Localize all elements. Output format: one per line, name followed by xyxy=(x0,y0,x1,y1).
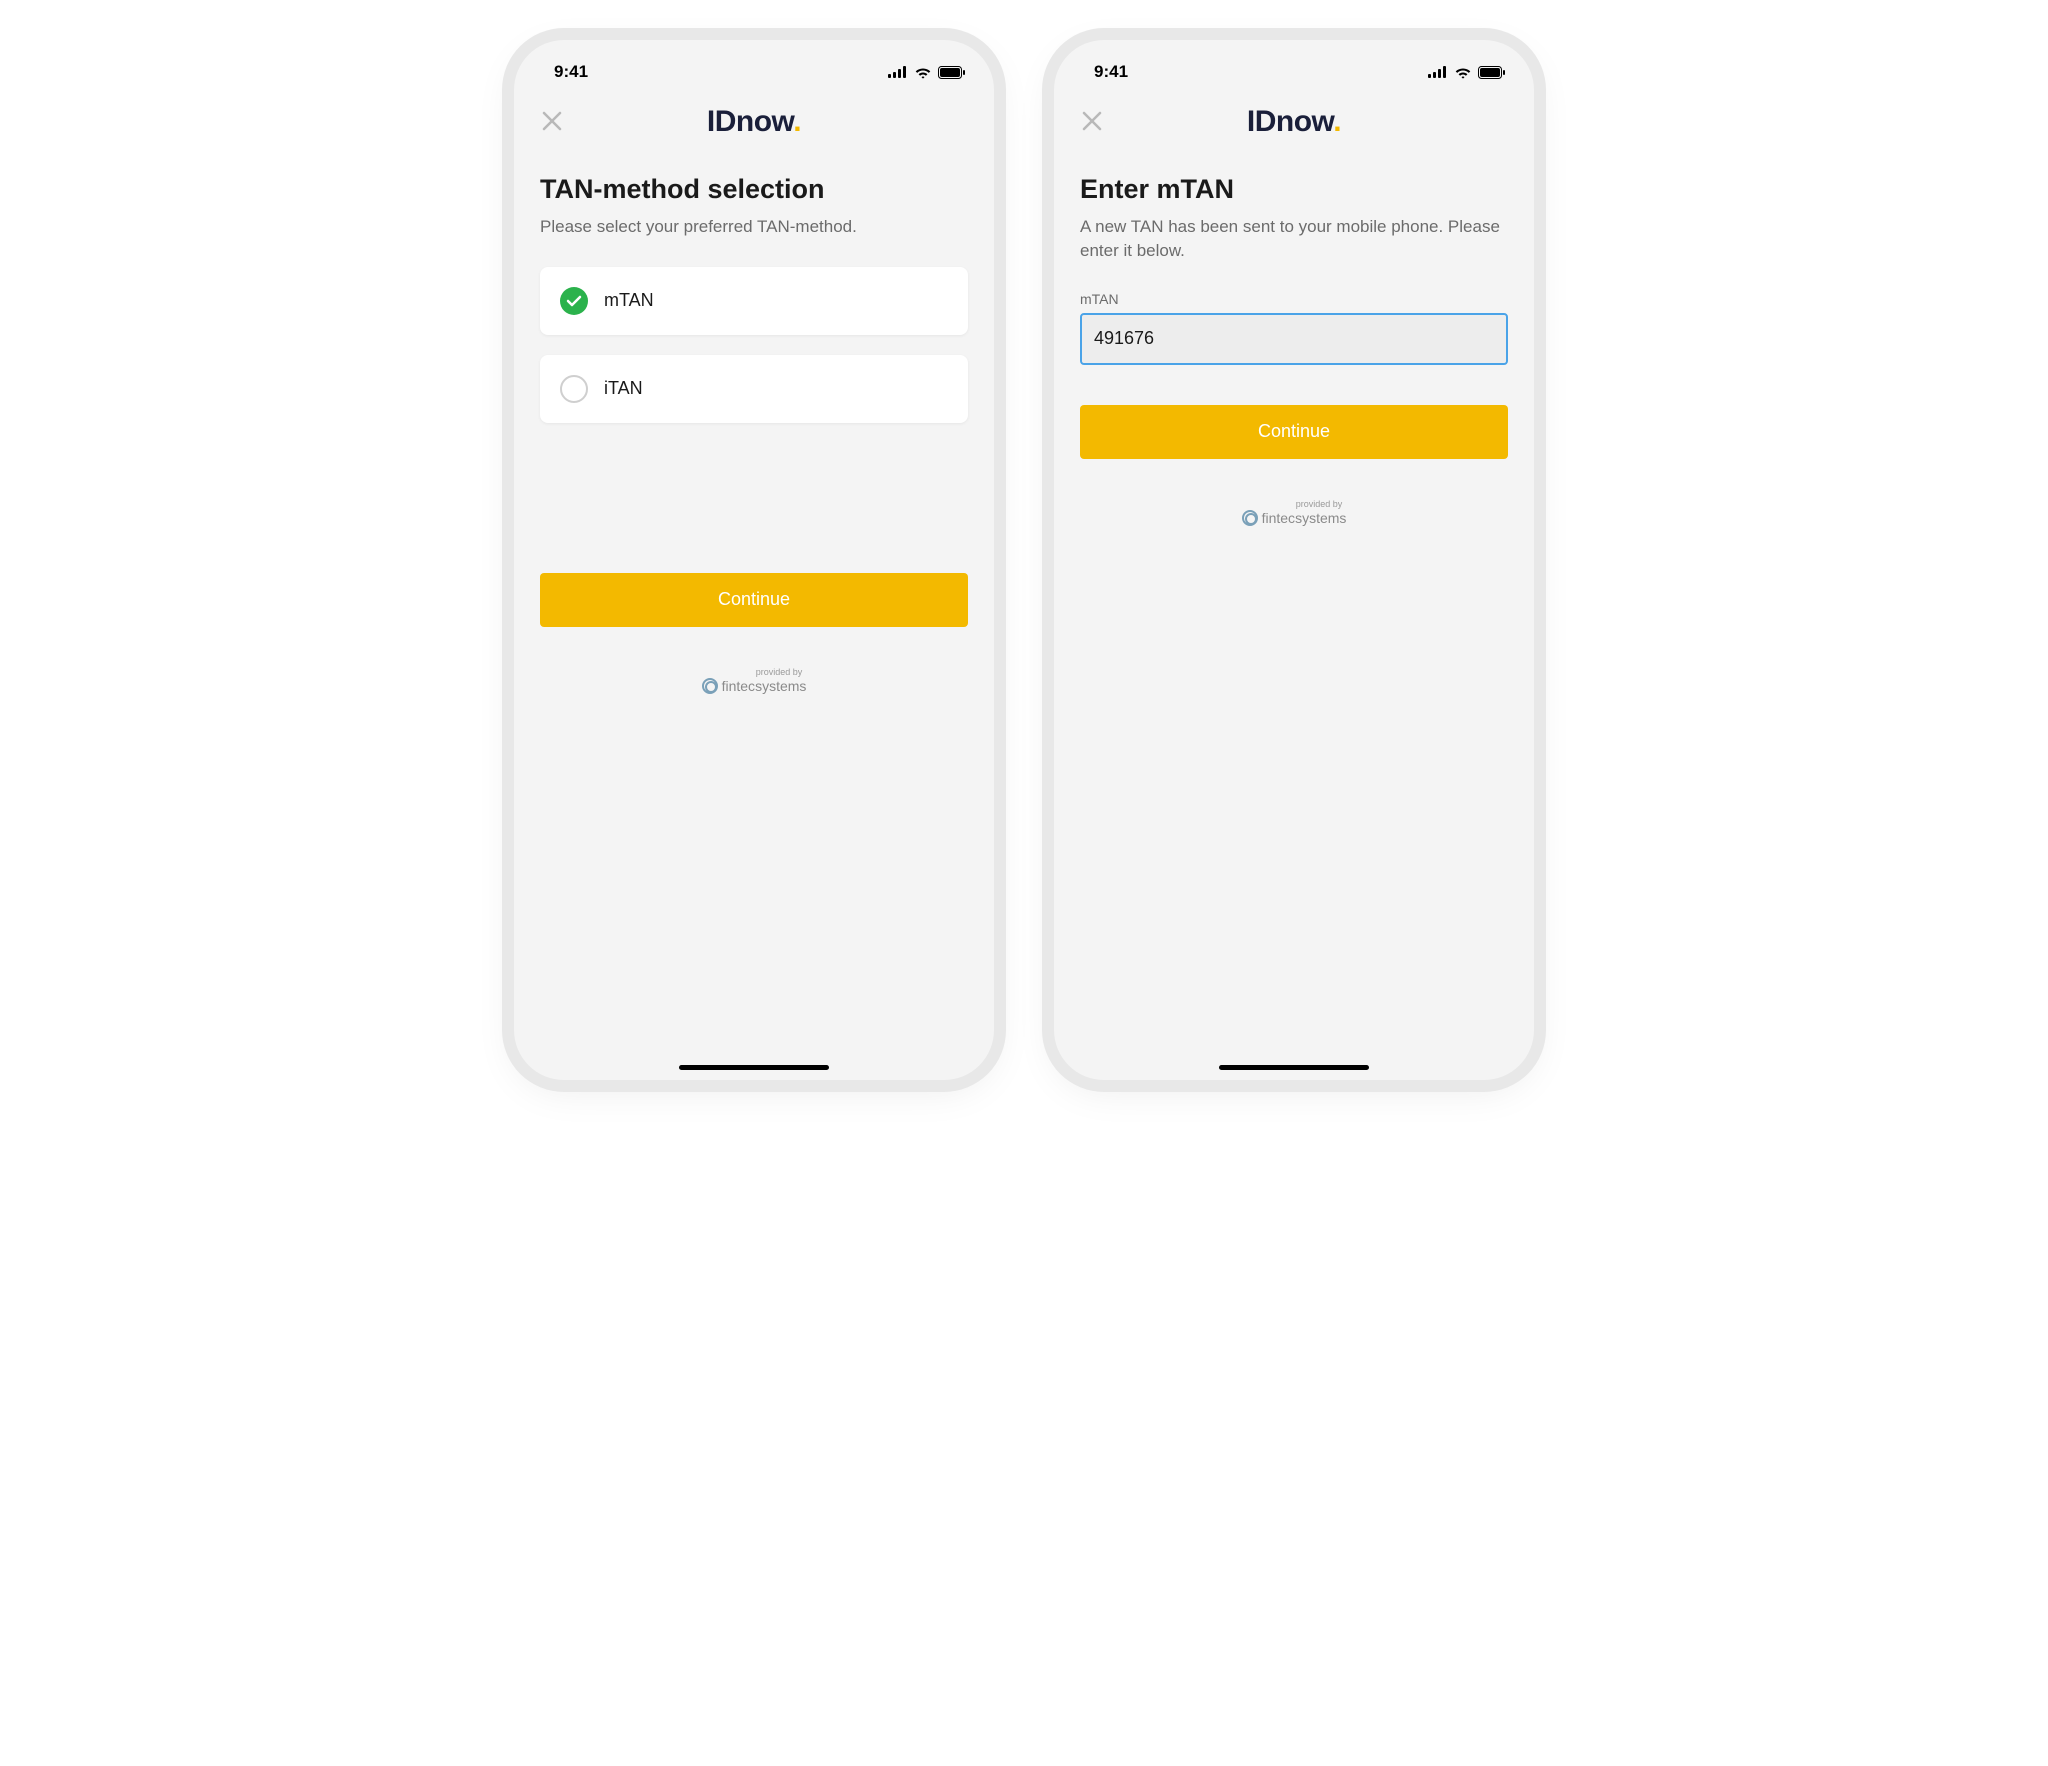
page-subtitle: Please select your preferred TAN-method. xyxy=(540,215,968,239)
cellular-icon xyxy=(1428,66,1448,78)
brand-dot: . xyxy=(793,105,801,138)
provider-name: fintecsystems xyxy=(1262,510,1347,526)
page-title: TAN-method selection xyxy=(540,174,968,205)
home-indicator xyxy=(1219,1065,1369,1070)
brand-name: IDnow xyxy=(1247,105,1333,138)
radio-unchecked-icon xyxy=(560,375,588,403)
app-header: IDnow. xyxy=(514,94,994,150)
status-time: 9:41 xyxy=(1094,62,1128,82)
status-time: 9:41 xyxy=(554,62,588,82)
status-bar: 9:41 xyxy=(1054,50,1534,94)
provider-credit: provided by fintecsystems xyxy=(1080,499,1508,526)
radio-checked-icon xyxy=(560,287,588,315)
provider-logo-icon xyxy=(1242,510,1258,526)
provider-logo-icon xyxy=(702,678,718,694)
provider-credit: provided by fintecsystems xyxy=(540,667,968,694)
provider-prefix: provided by xyxy=(1080,499,1534,509)
option-label: iTAN xyxy=(604,378,643,399)
option-mtan[interactable]: mTAN xyxy=(540,267,968,335)
brand-name: IDnow xyxy=(707,105,793,138)
status-indicators xyxy=(1428,66,1506,79)
brand-logo: IDnow. xyxy=(538,105,970,139)
battery-icon xyxy=(1478,66,1506,79)
brand-logo: IDnow. xyxy=(1078,105,1510,139)
mtan-field-label: mTAN xyxy=(1080,291,1508,307)
option-itan[interactable]: iTAN xyxy=(540,355,968,423)
cellular-icon xyxy=(888,66,908,78)
home-indicator xyxy=(679,1065,829,1070)
page-subtitle: A new TAN has been sent to your mobile p… xyxy=(1080,215,1508,263)
option-label: mTAN xyxy=(604,290,654,311)
close-icon xyxy=(541,120,563,135)
provider-prefix: provided by xyxy=(540,667,994,677)
brand-dot: . xyxy=(1333,105,1341,138)
close-icon xyxy=(1081,120,1103,135)
screen-content: TAN-method selection Please select your … xyxy=(514,150,994,1080)
wifi-icon xyxy=(914,66,932,79)
status-bar: 9:41 xyxy=(514,50,994,94)
continue-button[interactable]: Continue xyxy=(1080,405,1508,459)
provider-name: fintecsystems xyxy=(722,678,807,694)
wifi-icon xyxy=(1454,66,1472,79)
mtan-input[interactable] xyxy=(1080,313,1508,365)
continue-button[interactable]: Continue xyxy=(540,573,968,627)
status-indicators xyxy=(888,66,966,79)
phone-screen-enter-mtan: 9:41 IDnow. Enter mTAN A new TAN has bee… xyxy=(1054,40,1534,1080)
app-header: IDnow. xyxy=(1054,94,1534,150)
page-title: Enter mTAN xyxy=(1080,174,1508,205)
spacer xyxy=(540,443,968,573)
close-button[interactable] xyxy=(1078,108,1106,136)
close-button[interactable] xyxy=(538,108,566,136)
battery-icon xyxy=(938,66,966,79)
screen-content: Enter mTAN A new TAN has been sent to yo… xyxy=(1054,150,1534,1080)
phone-screen-tan-selection: 9:41 IDnow. TAN-method selection Please … xyxy=(514,40,994,1080)
